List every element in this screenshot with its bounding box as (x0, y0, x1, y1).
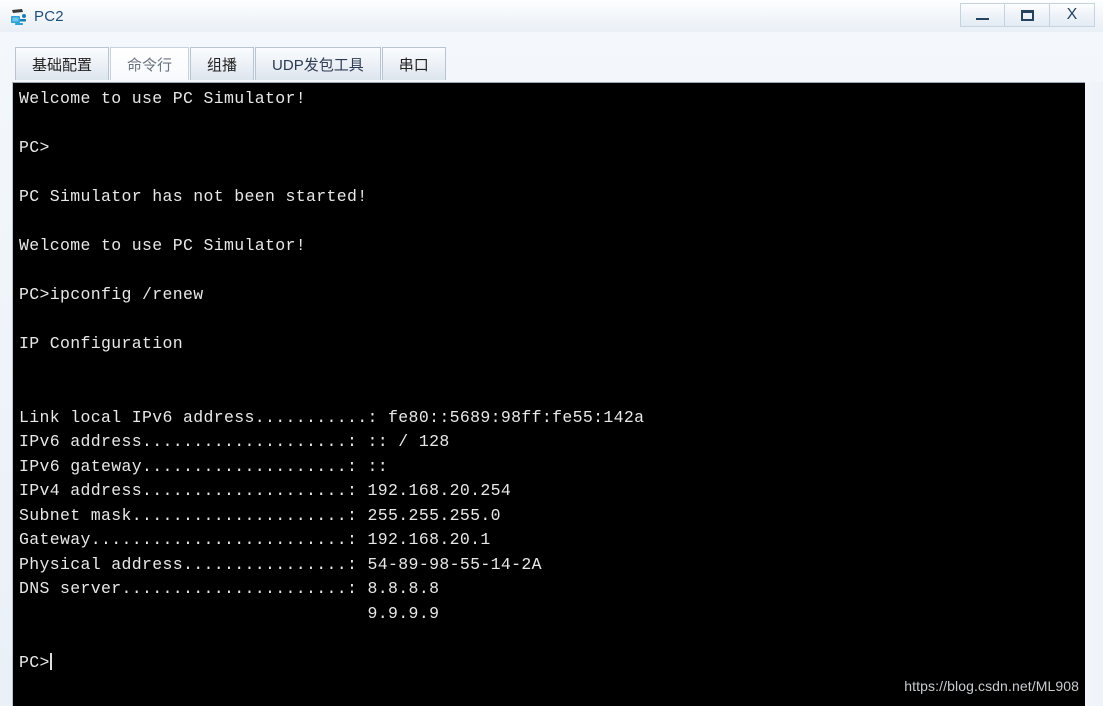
window-controls: X (960, 3, 1095, 27)
watermark-text: https://blog.csdn.net/ML908 (904, 678, 1079, 694)
tab-label: 串口 (398, 56, 429, 74)
tab-label: 基础配置 (32, 56, 93, 74)
maximize-button[interactable] (1005, 3, 1050, 27)
maximize-icon (1020, 9, 1034, 21)
terminal-line: Welcome to use PC Simulator! (19, 236, 307, 255)
tab-udp-tool[interactable]: UDP发包工具 (255, 47, 381, 80)
terminal-panel[interactable]: Welcome to use PC Simulator! PC> PC Simu… (12, 82, 1085, 706)
terminal-line: IPv6 address....................: :: / 1… (19, 432, 450, 451)
tab-label: 命令行 (127, 56, 173, 74)
tab-command-line[interactable]: 命令行 (110, 47, 190, 80)
terminal-line: Link local IPv6 address...........: fe80… (19, 407, 645, 427)
tab-label: UDP发包工具 (272, 56, 364, 74)
terminal-line: IPv4 address....................: 192.16… (19, 481, 512, 500)
minimize-button[interactable] (960, 3, 1005, 27)
tab-label: 组播 (207, 56, 238, 74)
terminal-line: Physical address................: 54-89-… (19, 554, 542, 574)
terminal-line: PC>ipconfig /renew (19, 285, 204, 304)
pc2-window: PC2 X 基础配置 命令行 组播 UDP发包工具 串口 Welcome to … (0, 0, 1103, 706)
window-title: PC2 (34, 7, 64, 25)
terminal-cursor (49, 652, 52, 670)
close-icon: X (1066, 6, 1078, 23)
terminal-line: IPv6 gateway....................: :: (19, 456, 389, 476)
terminal-line: PC Simulator has not been started! (19, 187, 368, 206)
minimize-icon (976, 17, 989, 20)
terminal-output[interactable]: Welcome to use PC Simulator! PC> PC Simu… (13, 83, 1085, 706)
tab-bar: 基础配置 命令行 组播 UDP发包工具 串口 (0, 40, 1103, 80)
terminal-line: Subnet mask.....................: 255.25… (19, 505, 501, 525)
tab-multicast[interactable]: 组播 (190, 47, 255, 80)
close-button[interactable]: X (1050, 3, 1095, 27)
terminal-line: Gateway.........................: 192.16… (19, 530, 491, 549)
terminal-line: PC> (19, 652, 52, 672)
window-right-gutter (1085, 82, 1103, 706)
title-bar: PC2 X (0, 0, 1103, 32)
terminal-line: 9.9.9.9 (19, 603, 440, 623)
terminal-line: Welcome to use PC Simulator! (19, 89, 307, 108)
terminal-line: DNS server......................: 8.8.8.… (19, 579, 440, 598)
pc-device-icon (9, 7, 29, 27)
terminal-line: PC> (19, 138, 50, 157)
terminal-line: IP Configuration (19, 334, 184, 353)
tab-basic-config[interactable]: 基础配置 (15, 47, 110, 80)
tab-serial-port[interactable]: 串口 (381, 47, 446, 80)
